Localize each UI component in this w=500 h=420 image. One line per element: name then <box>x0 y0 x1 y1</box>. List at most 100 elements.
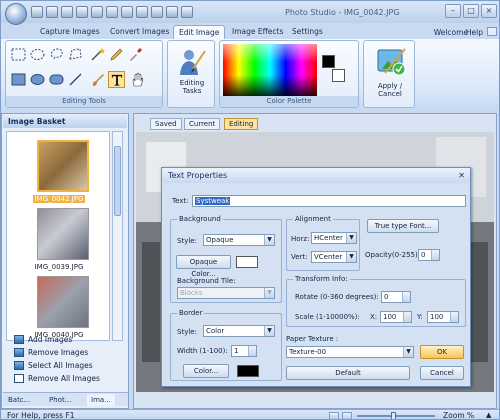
paper-texture-value: Texture-00 <box>289 348 327 356</box>
thumbnail-img-0040[interactable] <box>37 276 89 328</box>
tab-image-effects[interactable]: Image Effects <box>227 25 288 39</box>
new-file-icon[interactable] <box>31 6 43 18</box>
close-button[interactable]: × <box>481 4 497 18</box>
tab-capture-images[interactable]: Capture Images <box>35 25 105 39</box>
tab-editing[interactable]: Editing <box>224 118 259 130</box>
brush-icon[interactable] <box>90 72 105 87</box>
redo-icon[interactable] <box>166 6 178 18</box>
paper-texture-select[interactable]: Texture-00 ▼ <box>286 346 414 358</box>
border-style-select[interactable]: Color ▼ <box>203 325 275 337</box>
cancel-button[interactable]: Cancel <box>420 366 464 380</box>
border-width-input[interactable]: 1 <box>231 345 257 357</box>
copy-icon[interactable] <box>121 6 133 18</box>
pan-hand-icon[interactable] <box>130 72 145 87</box>
spinner-icon[interactable] <box>431 250 439 260</box>
background-color-swatch[interactable] <box>236 256 258 268</box>
dialog-close-icon[interactable]: ✕ <box>458 171 465 180</box>
magic-wand-icon[interactable] <box>90 47 105 62</box>
true-type-font-button[interactable]: True type Font... <box>367 219 439 233</box>
remove-all-link[interactable]: Remove All Images <box>28 374 100 383</box>
zoom-slider-thumb[interactable] <box>391 412 396 419</box>
add-images-icon[interactable] <box>14 335 24 344</box>
secondary-color-swatch[interactable] <box>332 69 345 82</box>
background-style-select[interactable]: Opaque ▼ <box>203 234 275 246</box>
maximize-button[interactable]: □ <box>463 4 479 18</box>
thumbnail-img-0042[interactable] <box>37 140 89 192</box>
editing-tasks-group: Editing Tasks <box>167 40 215 108</box>
zoom-up-icon[interactable]: ▲ <box>486 411 491 419</box>
tab-current[interactable]: Current <box>184 118 221 130</box>
minimize-button[interactable]: – <box>445 4 461 18</box>
scale-y-input[interactable]: 100 <box>427 311 459 323</box>
add-images-link[interactable]: Add Images <box>28 335 72 344</box>
ellipse-icon[interactable] <box>30 72 45 87</box>
remove-images-link[interactable]: Remove Images <box>28 348 88 357</box>
spinner-icon[interactable] <box>248 346 256 356</box>
default-button[interactable]: Default <box>286 366 410 380</box>
cut-icon[interactable] <box>106 6 118 18</box>
background-tile-select[interactable]: Blocks ▼ <box>177 287 275 299</box>
spinner-icon[interactable] <box>402 292 410 302</box>
thumbnail-img-0039[interactable] <box>37 208 89 260</box>
welcome-link[interactable]: Welcome <box>434 28 468 37</box>
editing-tools-group: Editing Tools <box>5 40 163 108</box>
tab-image-basket[interactable]: Ima... <box>87 394 115 406</box>
remove-all-icon[interactable] <box>14 374 24 383</box>
zoom-slider[interactable] <box>357 415 435 417</box>
editing-tasks-label: Editing Tasks <box>179 79 205 95</box>
text-tool-button[interactable] <box>108 71 125 88</box>
help-link[interactable]: Help <box>466 28 483 37</box>
ribbon-minimize-icon[interactable] <box>487 27 497 36</box>
tab-convert-images[interactable]: Convert Images <box>105 25 174 39</box>
border-color-button[interactable]: Color... <box>183 364 229 378</box>
undo-icon[interactable] <box>151 6 163 18</box>
remove-images-icon[interactable] <box>14 348 24 357</box>
image-basket-panel: Image Basket IMG_0042.JPG IMG_0039.JPG I… <box>1 113 129 409</box>
spinner-icon[interactable] <box>450 312 458 322</box>
tab-saved[interactable]: Saved <box>150 118 182 130</box>
tab-photo[interactable]: Phot... <box>45 394 75 406</box>
spinner-icon[interactable] <box>403 312 411 322</box>
scrollbar-thumb[interactable] <box>114 146 121 216</box>
rotate-input[interactable]: 0 <box>381 291 411 303</box>
color-spectrum[interactable] <box>223 44 317 96</box>
app-menu-orb-icon[interactable] <box>5 3 27 25</box>
vert-align-select[interactable]: VCenter ▼ <box>311 251 357 263</box>
select-all-icon[interactable] <box>14 361 24 370</box>
thumbnail-label-img-0039: IMG_0039.JPG <box>34 263 84 271</box>
opacity-input[interactable]: 0 <box>418 249 440 261</box>
scale-x-input[interactable]: 100 <box>380 311 412 323</box>
primary-color-swatch[interactable] <box>322 55 335 68</box>
border-color-swatch[interactable] <box>237 365 259 377</box>
open-file-icon[interactable] <box>46 6 58 18</box>
view-fit-icon[interactable] <box>329 412 339 419</box>
opaque-color-button[interactable]: Opaque Color... <box>176 255 231 278</box>
lasso-icon[interactable] <box>49 47 64 62</box>
line-icon[interactable] <box>68 72 83 87</box>
view-actual-icon[interactable] <box>342 412 352 419</box>
paste-icon[interactable] <box>136 6 148 18</box>
pencil-icon[interactable] <box>109 47 124 62</box>
scan-icon[interactable] <box>91 6 103 18</box>
chevron-down-icon: ▼ <box>264 235 274 245</box>
thumbnail-label-selected: IMG_0042.JPG <box>7 195 111 203</box>
horz-align-select[interactable]: HCenter ▼ <box>311 232 357 244</box>
ellipse-select-icon[interactable] <box>30 47 45 62</box>
editing-tasks-button[interactable]: Editing Tasks <box>172 45 212 95</box>
undo-all-icon[interactable] <box>181 6 193 18</box>
tab-edit-image[interactable]: Edit Image <box>173 25 226 39</box>
select-all-link[interactable]: Select All Images <box>28 361 93 370</box>
apply-cancel-button[interactable]: Apply / Cancel <box>368 45 412 103</box>
rounded-rect-icon[interactable] <box>49 72 64 87</box>
tab-settings[interactable]: Settings <box>287 25 328 39</box>
ok-button[interactable]: OK <box>420 345 464 359</box>
polygon-select-icon[interactable] <box>68 47 83 62</box>
rectangle-icon[interactable] <box>11 72 26 87</box>
print-icon[interactable] <box>76 6 88 18</box>
save-icon[interactable] <box>61 6 73 18</box>
rect-select-icon[interactable] <box>11 47 26 62</box>
text-input[interactable]: Systweak <box>192 195 466 207</box>
thumbnail-scrollbar[interactable] <box>112 131 123 341</box>
tab-batch[interactable]: Batc... <box>4 394 34 406</box>
dropper-icon[interactable] <box>128 47 143 62</box>
